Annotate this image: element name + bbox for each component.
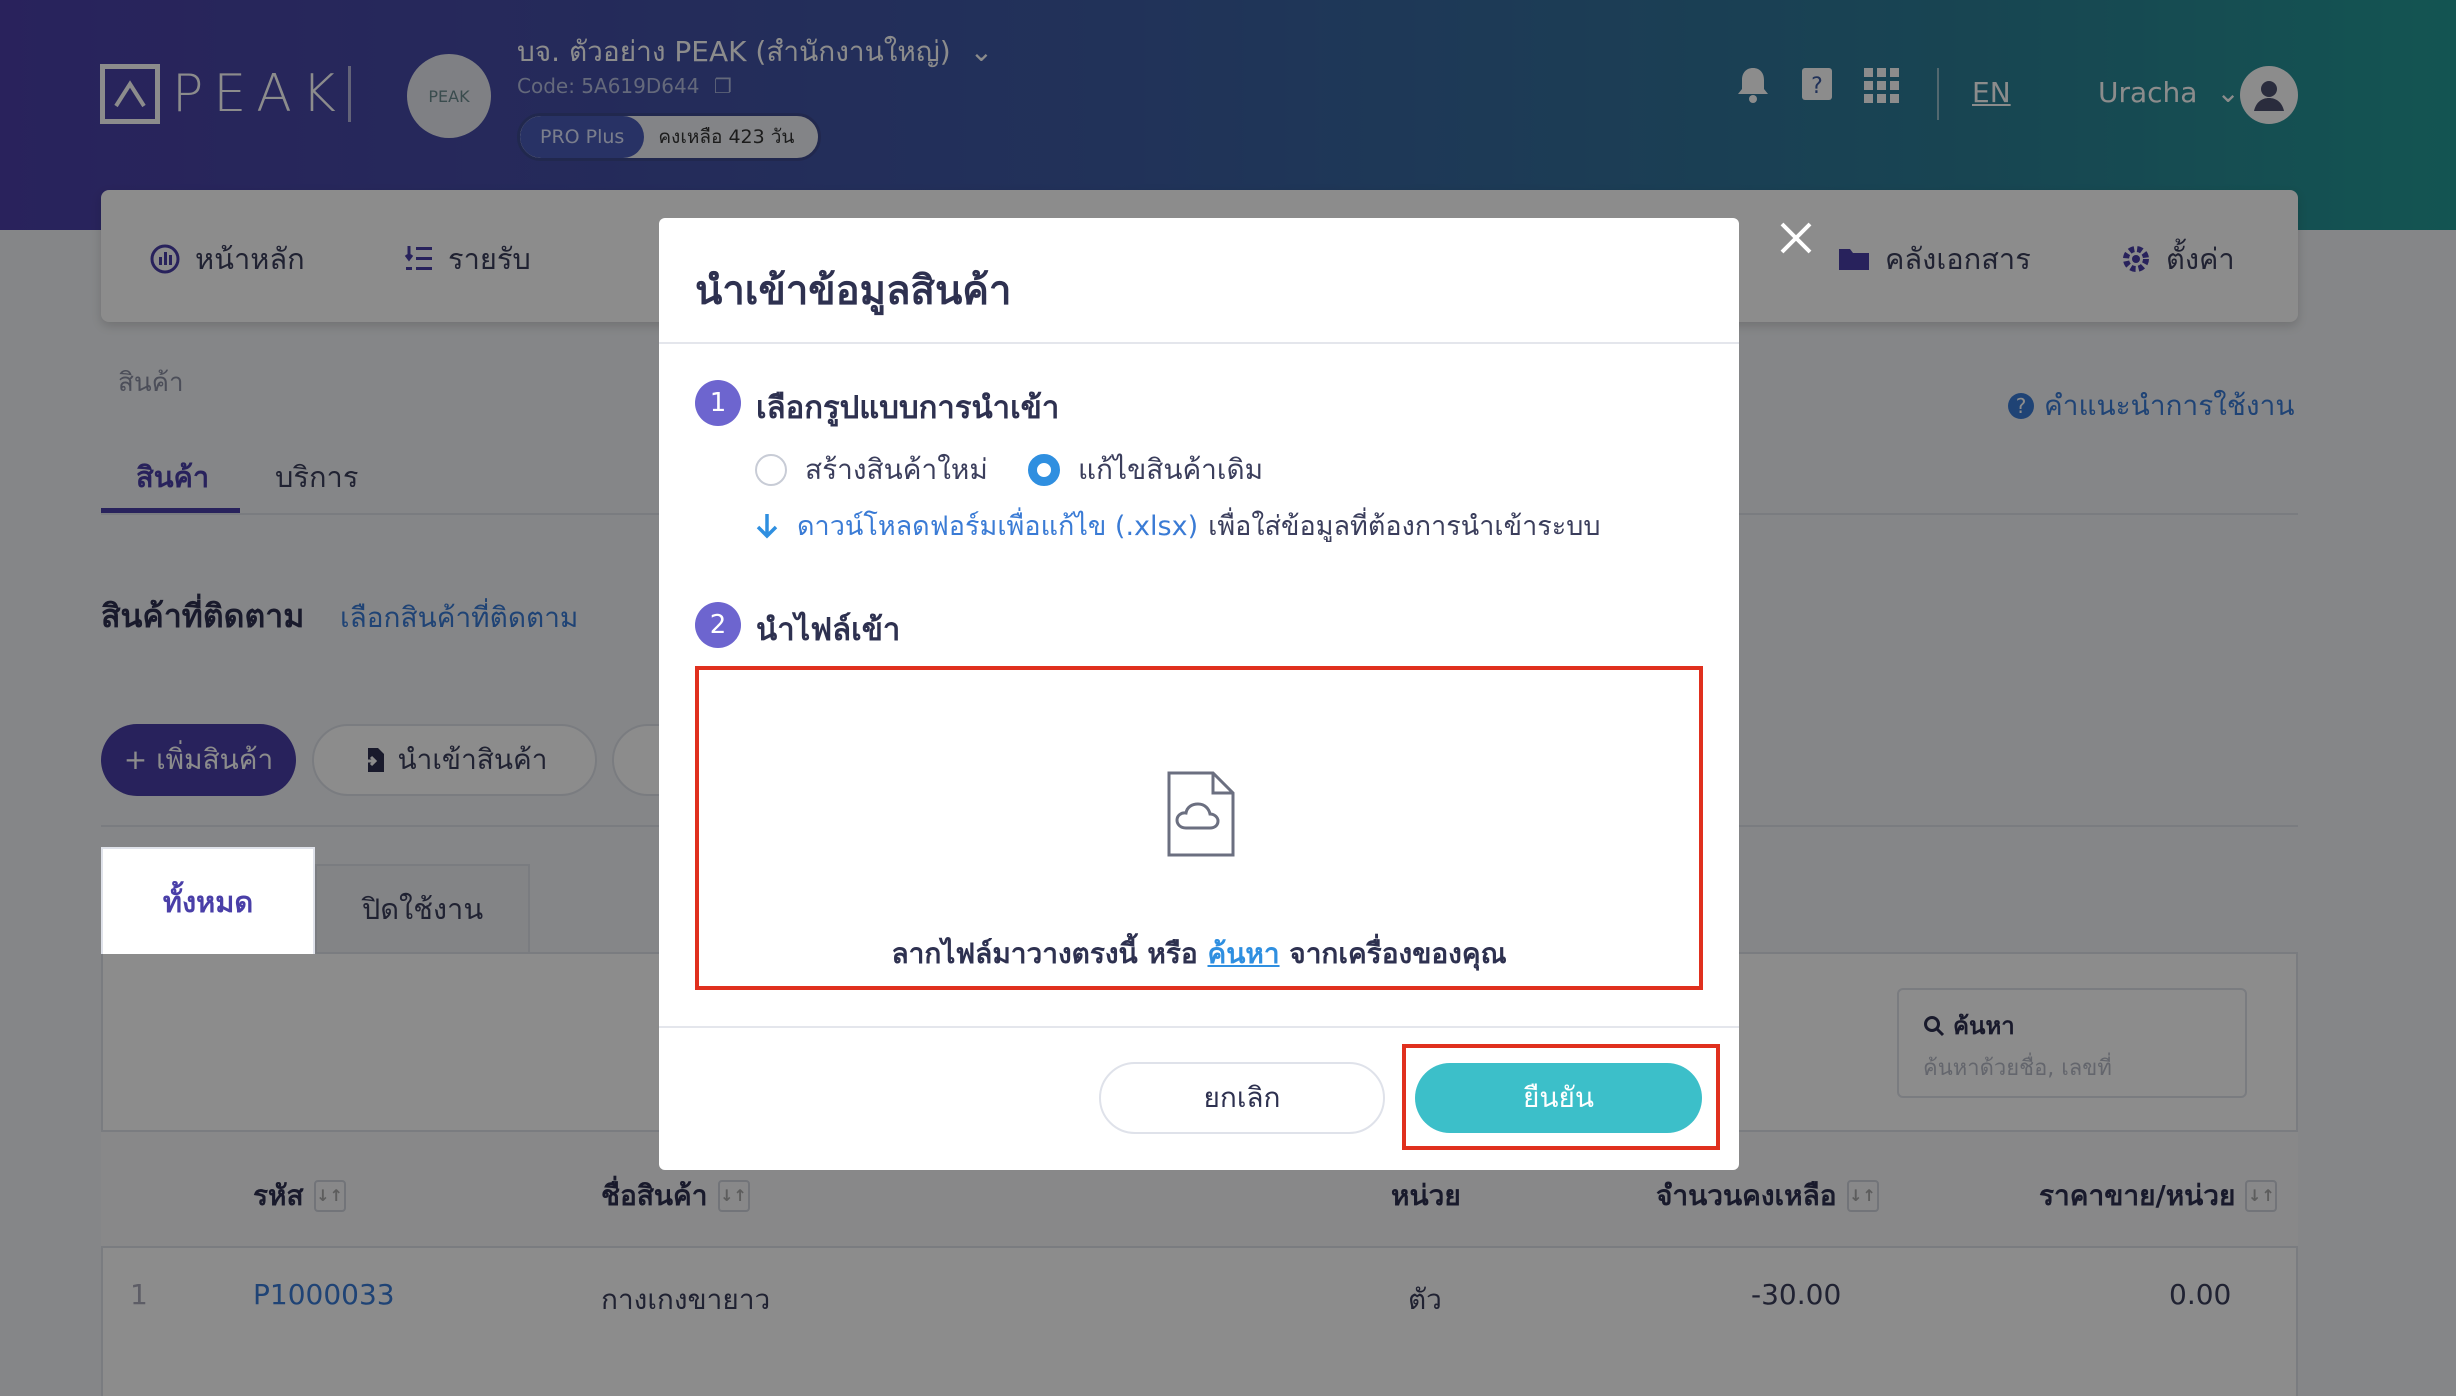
radio-circle-unchecked (755, 454, 787, 486)
download-template-hint: เพื่อใส่ข้อมูลที่ต้องการนำเข้าระบบ (1208, 511, 1601, 542)
import-products-dialog: นำเข้าข้อมูลสินค้า 1 เลือกรูปแบบการนำเข้… (659, 218, 1739, 1170)
file-dropzone[interactable]: ลากไฟล์มาวางตรงนี้ หรือ ค้นหา จากเครื่อง… (695, 666, 1703, 990)
radio-circle-checked (1028, 454, 1060, 486)
dropzone-instructions: ลากไฟล์มาวางตรงนี้ หรือ ค้นหา จากเครื่อง… (699, 932, 1699, 976)
browse-file-link[interactable]: ค้นหา (1207, 937, 1279, 970)
cloud-file-icon (1166, 770, 1236, 862)
radio-create-new[interactable]: สร้างสินค้าใหม่ (755, 448, 988, 492)
step-2-title: นำไฟล์เข้า (756, 612, 901, 648)
radio-create-new-label: สร้างสินค้าใหม่ (805, 453, 988, 486)
download-template-link[interactable]: ดาวน์โหลดฟอร์มเพื่อแก้ไข (.xlsx) (797, 504, 1198, 547)
close-icon[interactable] (1776, 218, 1816, 258)
radio-edit-existing-label: แก้ไขสินค้าเดิม (1078, 453, 1264, 486)
step-1-title: เลือกรูปแบบการนำเข้า (756, 390, 1060, 426)
download-template-row: ดาวน์โหลดฟอร์มเพื่อแก้ไข (.xlsx) เพื่อใส… (755, 504, 1601, 547)
dialog-footer-divider (659, 1026, 1739, 1028)
tab-all[interactable]: ทั้งหมด (101, 847, 315, 954)
dropzone-text-before: ลากไฟล์มาวางตรงนี้ หรือ (891, 937, 1198, 970)
dropzone-text-after: จากเครื่องของคุณ (1289, 937, 1507, 970)
radio-edit-existing[interactable]: แก้ไขสินค้าเดิม (1028, 448, 1263, 492)
dialog-header-divider (659, 342, 1739, 344)
cancel-button[interactable]: ยกเลิก (1099, 1062, 1385, 1134)
confirm-button[interactable]: ยืนยัน (1415, 1063, 1702, 1133)
dialog-title: นำเข้าข้อมูลสินค้า (695, 268, 1012, 314)
step-2-badge: 2 (695, 602, 741, 648)
step-1-badge: 1 (695, 380, 741, 426)
arrow-down-icon (756, 513, 778, 538)
